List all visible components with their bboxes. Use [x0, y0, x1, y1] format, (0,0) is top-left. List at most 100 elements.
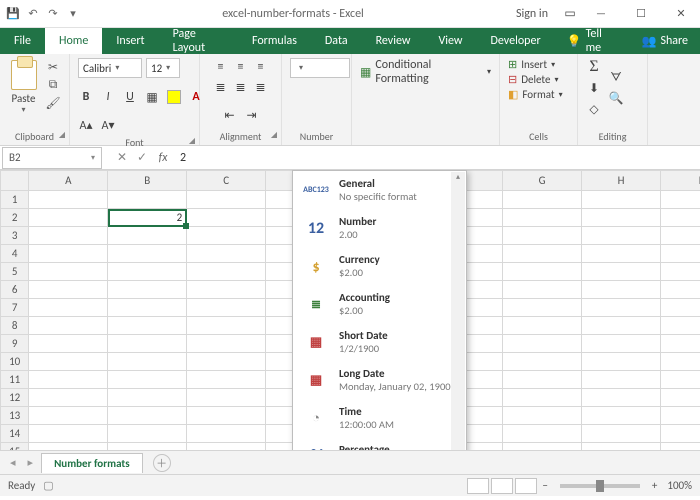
find-select-button[interactable]: 🔍: [608, 90, 624, 108]
row-header[interactable]: 11: [1, 371, 29, 389]
zoom-out-button[interactable]: −: [538, 479, 551, 492]
cell[interactable]: [187, 299, 266, 317]
cell[interactable]: [29, 389, 108, 407]
cell[interactable]: [29, 263, 108, 281]
cell[interactable]: [660, 443, 700, 451]
col-header[interactable]: A: [29, 171, 108, 191]
cell[interactable]: [29, 353, 108, 371]
dropdown-scrollbar[interactable]: ▴▾: [451, 172, 465, 450]
cell[interactable]: [108, 335, 187, 353]
font-size-combo[interactable]: 12▾: [146, 58, 180, 78]
row-header[interactable]: 6: [1, 281, 29, 299]
cell[interactable]: [503, 353, 582, 371]
font-name-combo[interactable]: Calibri▾: [78, 58, 142, 78]
tab-view[interactable]: View: [424, 28, 476, 54]
cell[interactable]: [29, 191, 108, 209]
col-header[interactable]: G: [503, 171, 582, 191]
cell[interactable]: [582, 407, 661, 425]
insert-cells-button[interactable]: ⊞Insert▾: [508, 58, 563, 71]
alignment-launcher-icon[interactable]: ◢: [271, 130, 277, 140]
cell[interactable]: [582, 443, 661, 451]
cell[interactable]: [108, 263, 187, 281]
cell[interactable]: [660, 191, 700, 209]
sheet-nav-prev-icon[interactable]: ◂: [6, 456, 20, 469]
cell[interactable]: [108, 227, 187, 245]
minimize-button[interactable]: —: [582, 0, 620, 28]
cell[interactable]: [187, 281, 266, 299]
cell[interactable]: [503, 227, 582, 245]
autosum-button[interactable]: Σ: [589, 58, 598, 76]
delete-cells-button[interactable]: ⊟Delete▾: [508, 73, 563, 86]
row-header[interactable]: 3: [1, 227, 29, 245]
cell[interactable]: [582, 317, 661, 335]
close-button[interactable]: ✕: [662, 0, 700, 28]
format-cells-button[interactable]: ◧Format▾: [508, 88, 563, 101]
cell[interactable]: [503, 245, 582, 263]
number-format-option[interactable]: ABC123 GeneralNo specific format: [293, 171, 466, 209]
number-format-option[interactable]: ▦ Long DateMonday, January 02, 1900: [293, 361, 466, 399]
cell[interactable]: [503, 425, 582, 443]
select-all-corner[interactable]: [1, 171, 29, 191]
fx-icon[interactable]: fx: [152, 151, 174, 165]
row-header[interactable]: 10: [1, 353, 29, 371]
cell[interactable]: [108, 299, 187, 317]
fill-button[interactable]: ⬇: [586, 79, 602, 97]
cell[interactable]: [187, 353, 266, 371]
view-page-break-button[interactable]: [515, 478, 537, 494]
cell[interactable]: [503, 389, 582, 407]
number-format-option[interactable]: % Percentage200.00%: [293, 437, 466, 450]
cell[interactable]: [660, 227, 700, 245]
cell[interactable]: [503, 281, 582, 299]
row-header[interactable]: 1: [1, 191, 29, 209]
cell[interactable]: [582, 245, 661, 263]
cell[interactable]: [660, 371, 700, 389]
cell[interactable]: [187, 425, 266, 443]
row-header[interactable]: 13: [1, 407, 29, 425]
shrink-font-button[interactable]: A▾: [100, 116, 116, 134]
cell[interactable]: [29, 281, 108, 299]
name-box[interactable]: B2▾: [2, 147, 102, 169]
cell[interactable]: [660, 209, 700, 227]
save-icon[interactable]: 💾: [6, 7, 20, 21]
cell[interactable]: [29, 227, 108, 245]
cell[interactable]: [660, 299, 700, 317]
row-header[interactable]: 4: [1, 245, 29, 263]
cell[interactable]: [187, 443, 266, 451]
cell[interactable]: [503, 191, 582, 209]
maximize-button[interactable]: ☐: [622, 0, 660, 28]
cell[interactable]: [503, 263, 582, 281]
cell[interactable]: [582, 263, 661, 281]
cell[interactable]: [503, 371, 582, 389]
cell[interactable]: [503, 335, 582, 353]
copy-icon[interactable]: ⧉: [45, 78, 61, 92]
cell[interactable]: [29, 245, 108, 263]
col-header[interactable]: C: [187, 171, 266, 191]
cell[interactable]: [503, 317, 582, 335]
cell[interactable]: [503, 299, 582, 317]
row-header[interactable]: 5: [1, 263, 29, 281]
worksheet-grid[interactable]: ABCDEFGHI1223456789101112131415 ABC123 G…: [0, 170, 700, 450]
cut-icon[interactable]: ✂: [45, 60, 61, 74]
cell[interactable]: [29, 371, 108, 389]
row-header[interactable]: 2: [1, 209, 29, 227]
view-page-layout-button[interactable]: [491, 478, 513, 494]
conditional-formatting-button[interactable]: ▦ Conditional Formatting ▾: [360, 58, 491, 86]
cell[interactable]: [660, 245, 700, 263]
cell[interactable]: [187, 371, 266, 389]
row-header[interactable]: 15: [1, 443, 29, 451]
cell[interactable]: [660, 353, 700, 371]
cell[interactable]: [582, 191, 661, 209]
cell[interactable]: [108, 371, 187, 389]
font-launcher-icon[interactable]: ◢: [189, 136, 195, 146]
cell[interactable]: [29, 443, 108, 451]
tab-page-layout[interactable]: Page Layout: [159, 28, 238, 54]
cell[interactable]: [29, 335, 108, 353]
row-header[interactable]: 7: [1, 299, 29, 317]
cell[interactable]: [108, 353, 187, 371]
cell[interactable]: [108, 245, 187, 263]
col-header[interactable]: B: [108, 171, 187, 191]
zoom-level[interactable]: 100%: [667, 479, 692, 492]
bold-button[interactable]: B: [78, 88, 94, 106]
col-header[interactable]: I: [660, 171, 700, 191]
border-button[interactable]: ▦: [144, 88, 160, 106]
